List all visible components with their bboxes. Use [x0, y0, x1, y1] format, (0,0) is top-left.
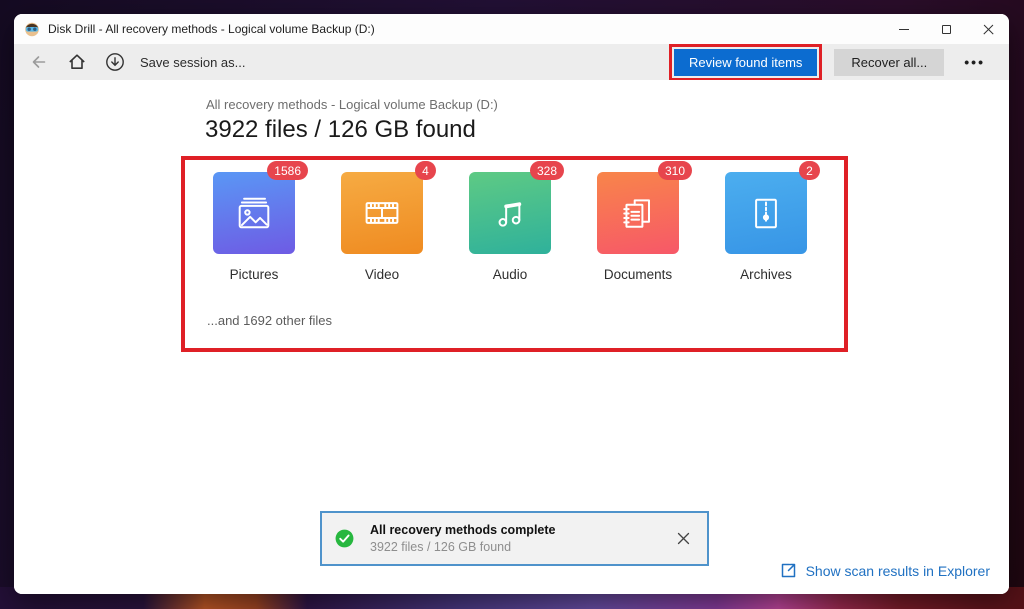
tile-archives[interactable]: 2 Archives — [725, 172, 807, 282]
external-link-icon — [780, 562, 797, 579]
show-scan-results-label: Show scan results in Explorer — [806, 563, 990, 579]
notification-title: All recovery methods complete — [370, 522, 555, 539]
video-label: Video — [341, 267, 423, 282]
documents-icon — [616, 191, 660, 235]
minimize-icon — [899, 29, 909, 30]
home-button[interactable] — [62, 47, 92, 77]
archives-label: Archives — [725, 267, 807, 282]
more-options-button[interactable]: ••• — [958, 50, 991, 74]
success-check-icon — [335, 529, 354, 548]
other-files-note: ...and 1692 other files — [207, 313, 332, 328]
back-button[interactable] — [24, 47, 54, 77]
close-button[interactable] — [967, 14, 1009, 44]
home-icon — [67, 52, 87, 72]
audio-label: Audio — [469, 267, 551, 282]
maximize-icon — [942, 25, 951, 34]
audio-icon — [488, 191, 532, 235]
close-icon — [983, 24, 994, 35]
minimize-button[interactable] — [883, 14, 925, 44]
video-icon — [360, 191, 404, 235]
tile-video[interactable]: 4 Video — [341, 172, 423, 282]
download-circle-icon — [105, 52, 125, 72]
pictures-label: Pictures — [213, 267, 295, 282]
annotation-box-review: Review found items — [669, 44, 822, 81]
recover-all-button[interactable]: Recover all... — [834, 49, 944, 76]
pictures-count-badge: 1586 — [267, 161, 308, 180]
notification-close-button[interactable] — [673, 528, 694, 549]
review-found-items-button[interactable]: Review found items — [674, 49, 817, 76]
save-session-label[interactable]: Save session as... — [140, 55, 246, 70]
archives-icon — [744, 191, 788, 235]
back-arrow-icon — [29, 52, 49, 72]
disk-drill-window: Disk Drill - All recovery methods - Logi… — [14, 14, 1009, 594]
titlebar: Disk Drill - All recovery methods - Logi… — [14, 14, 1009, 44]
tile-documents[interactable]: 310 Documents — [597, 172, 679, 282]
audio-count-badge: 328 — [530, 161, 564, 180]
save-session-button[interactable] — [100, 47, 130, 77]
tile-pictures[interactable]: 1586 Pictures — [213, 172, 295, 282]
scan-complete-notification: All recovery methods complete 3922 files… — [320, 511, 709, 566]
show-scan-results-link[interactable]: Show scan results in Explorer — [780, 562, 990, 579]
category-tiles: 1586 Pictures 4 — [213, 172, 807, 282]
notification-subtitle: 3922 files / 126 GB found — [370, 539, 555, 556]
documents-count-badge: 310 — [658, 161, 692, 180]
pictures-icon — [232, 191, 276, 235]
video-count-badge: 4 — [415, 161, 436, 180]
close-x-icon — [677, 532, 690, 545]
main-content: All recovery methods - Logical volume Ba… — [14, 80, 1009, 594]
maximize-button[interactable] — [925, 14, 967, 44]
disk-drill-logo-icon — [24, 21, 40, 37]
archives-count-badge: 2 — [799, 161, 820, 180]
documents-label: Documents — [597, 267, 679, 282]
breadcrumb: All recovery methods - Logical volume Ba… — [206, 97, 498, 112]
tile-audio[interactable]: 328 Audio — [469, 172, 551, 282]
page-title: 3922 files / 126 GB found — [205, 116, 476, 144]
toolbar: Save session as... Review found items Re… — [14, 44, 1009, 80]
window-title: Disk Drill - All recovery methods - Logi… — [48, 22, 375, 36]
